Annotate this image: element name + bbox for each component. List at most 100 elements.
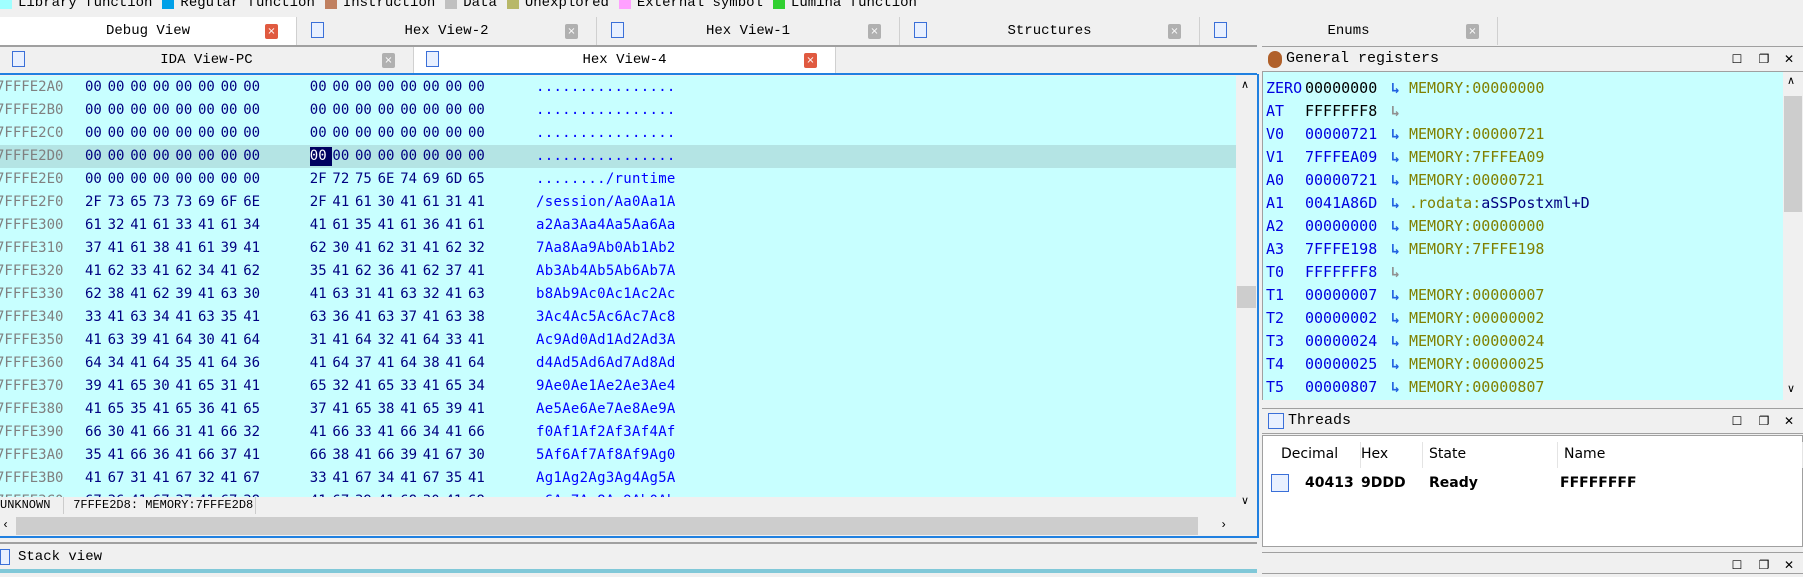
hex-byte[interactable]: 41	[355, 306, 377, 329]
hex-byte[interactable]: 37	[221, 444, 243, 467]
scroll-thumb[interactable]	[16, 517, 1198, 535]
hex-byte[interactable]: 31	[400, 237, 422, 260]
hex-byte[interactable]: 41	[423, 375, 445, 398]
hex-byte[interactable]: 00	[108, 99, 130, 122]
close-tab-icon[interactable]: ×	[565, 24, 578, 39]
hex-byte[interactable]: 62	[85, 283, 107, 306]
hex-byte[interactable]: 72	[332, 168, 354, 191]
hex-byte[interactable]: 41	[400, 329, 422, 352]
tab-hex-view-4[interactable]: Hex View-4 ×	[414, 46, 836, 74]
hex-byte[interactable]: 33	[400, 375, 422, 398]
hex-byte[interactable]: 67	[85, 490, 107, 497]
register-target[interactable]: MEMORY:00000000	[1409, 215, 1544, 238]
hex-byte[interactable]: 41	[423, 306, 445, 329]
jump-arrow-icon[interactable]: ↳	[1391, 261, 1400, 284]
hex-byte[interactable]: 65	[243, 398, 265, 421]
hex-byte[interactable]: 41	[332, 398, 354, 421]
hex-byte[interactable]: 00	[355, 145, 377, 168]
hex-byte[interactable]: 37	[310, 398, 332, 421]
hex-byte[interactable]: 41	[243, 375, 265, 398]
hex-byte[interactable]: 32	[468, 237, 490, 260]
hex-byte[interactable]: 34	[153, 306, 175, 329]
hex-byte[interactable]: 41	[310, 421, 332, 444]
hex-byte[interactable]: 41	[153, 467, 175, 490]
hex-byte[interactable]: 41	[243, 237, 265, 260]
hex-byte[interactable]: 39	[355, 490, 377, 497]
hex-byte[interactable]: 74	[400, 168, 422, 191]
hex-byte[interactable]: 67	[221, 490, 243, 497]
hex-byte[interactable]: 31	[310, 329, 332, 352]
hex-byte[interactable]: 00	[130, 122, 152, 145]
hex-byte[interactable]: 00	[198, 76, 220, 99]
hex-vertical-scrollbar[interactable]: ∧ ∨	[1236, 76, 1257, 513]
hex-byte[interactable]: 34	[198, 260, 220, 283]
hex-byte[interactable]: 00	[175, 122, 197, 145]
hex-byte[interactable]: 30	[378, 191, 400, 214]
hex-byte[interactable]: 41	[468, 467, 490, 490]
hex-byte[interactable]: 73	[175, 191, 197, 214]
scroll-up-icon[interactable]: ∧	[1787, 74, 1795, 88]
register-value[interactable]: FFFFFFF8	[1305, 261, 1377, 284]
tab-hex-view-1[interactable]: Hex View-1 ×	[597, 17, 900, 45]
hex-byte[interactable]: 64	[243, 329, 265, 352]
hex-byte[interactable]: 00	[153, 168, 175, 191]
register-target[interactable]: MEMORY:00000721	[1409, 169, 1544, 192]
jump-arrow-icon[interactable]: ↳	[1391, 123, 1400, 146]
scroll-down-icon[interactable]: ∨	[1787, 382, 1795, 396]
hex-byte[interactable]: 41	[108, 375, 130, 398]
hex-byte[interactable]: 00	[310, 99, 332, 122]
hex-byte[interactable]: 00	[175, 76, 197, 99]
hex-byte[interactable]: 00	[243, 145, 265, 168]
hex-byte[interactable]: 41	[221, 260, 243, 283]
hex-byte[interactable]: 65	[468, 168, 490, 191]
hex-byte[interactable]: 67	[332, 490, 354, 497]
column-header[interactable]: State	[1423, 442, 1558, 468]
maximize-icon[interactable]: ☐	[1729, 553, 1745, 577]
hex-byte[interactable]: 30	[423, 490, 445, 497]
hex-byte[interactable]: 33	[310, 467, 332, 490]
hex-byte[interactable]: 00	[108, 145, 130, 168]
hex-byte[interactable]: 66	[332, 421, 354, 444]
hex-byte[interactable]: 00	[221, 76, 243, 99]
hex-byte[interactable]: 41	[332, 191, 354, 214]
hex-byte[interactable]: 37	[445, 260, 467, 283]
hex-byte[interactable]: 41	[310, 283, 332, 306]
hex-byte[interactable]: 30	[153, 375, 175, 398]
tab-debug-view[interactable]: Debug View ×	[0, 17, 297, 45]
hex-byte[interactable]: 37	[175, 490, 197, 497]
hex-byte[interactable]: 65	[130, 375, 152, 398]
register-target[interactable]: MEMORY:00000807	[1409, 376, 1544, 399]
close-tab-icon[interactable]: ×	[868, 24, 881, 39]
hex-byte[interactable]: 66	[85, 421, 107, 444]
hex-byte[interactable]: 37	[400, 306, 422, 329]
register-value[interactable]: 00000024	[1305, 330, 1377, 353]
hex-byte[interactable]: 41	[378, 283, 400, 306]
hex-byte[interactable]: 00	[332, 145, 354, 168]
hex-byte[interactable]: 63	[198, 306, 220, 329]
hex-byte[interactable]: 41	[400, 467, 422, 490]
hex-byte[interactable]: 38	[378, 398, 400, 421]
hex-byte[interactable]: 6E	[243, 191, 265, 214]
hex-byte[interactable]: 67	[243, 467, 265, 490]
hex-byte[interactable]: 41	[198, 421, 220, 444]
hex-byte[interactable]: 00	[221, 145, 243, 168]
hex-byte[interactable]: 00	[243, 168, 265, 191]
hex-byte[interactable]: 62	[355, 260, 377, 283]
hex-byte[interactable]: 41	[400, 191, 422, 214]
column-header[interactable]: Hex	[1355, 442, 1423, 468]
hex-byte[interactable]: 36	[332, 306, 354, 329]
register-value[interactable]: 00000000	[1305, 215, 1377, 238]
hex-byte[interactable]: 31	[445, 191, 467, 214]
hex-byte[interactable]: 35	[355, 214, 377, 237]
hex-byte[interactable]: 30	[243, 283, 265, 306]
hex-byte[interactable]: 00	[130, 168, 152, 191]
register-value[interactable]: 00000807	[1305, 376, 1377, 399]
hex-byte[interactable]: 33	[175, 214, 197, 237]
maximize-icon[interactable]: ☐	[1729, 47, 1745, 71]
hex-byte[interactable]: 31	[221, 375, 243, 398]
hex-byte[interactable]: 32	[198, 467, 220, 490]
hex-byte[interactable]: 00	[468, 122, 490, 145]
hex-byte[interactable]: 33	[445, 329, 467, 352]
tab-ida-view-pc[interactable]: IDA View-PC ×	[0, 46, 414, 74]
column-header[interactable]: Decimal	[1275, 442, 1361, 468]
